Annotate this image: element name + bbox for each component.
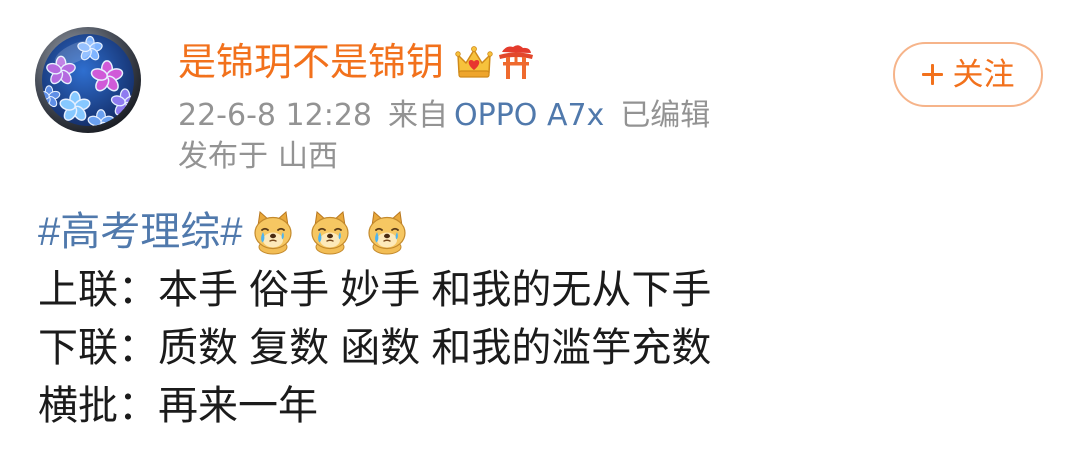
crown-heart-icon[interactable] — [454, 42, 494, 82]
author-name[interactable]: 是锦玥不是锦钥 — [178, 38, 444, 86]
avatar[interactable] — [35, 27, 141, 133]
follow-button-label: 关注 — [952, 56, 1015, 93]
body-line-horizontal-scroll: 横批：再来一年 — [38, 384, 318, 428]
crying-doge-icon — [308, 209, 352, 255]
crying-doge-icon — [365, 209, 409, 255]
post-location: 发布于 山西 — [178, 138, 338, 176]
edited-label[interactable]: 已编辑 — [620, 98, 710, 133]
hashtag-row: #高考理综# — [38, 203, 711, 261]
hashtag-link[interactable]: #高考理综# — [38, 203, 243, 261]
torii-gate-icon[interactable] — [496, 42, 536, 82]
body-line-upper-couplet: 上联：本手 俗手 妙手 和我的无从下手 — [38, 268, 712, 312]
crying-doge-icon — [251, 209, 295, 255]
post-meta: 22-6-8 12:28 来自 OPPO A7x 已编辑 — [178, 97, 710, 135]
location-prefix: 发布于 — [178, 139, 268, 174]
post-timestamp[interactable]: 22-6-8 12:28 — [178, 98, 372, 133]
source-device-link[interactable]: OPPO A7x — [454, 98, 604, 133]
source-prefix: 来自 — [388, 98, 448, 133]
avatar-image — [35, 27, 141, 133]
plus-icon — [921, 64, 943, 85]
body-line-lower-couplet: 下联：质数 复数 函数 和我的滥竽充数 — [38, 326, 712, 370]
post-body: #高考理综# 上联：本手 俗手 妙手 和我的无从下手 下联：质数 复数 函数 和… — [38, 203, 711, 435]
location-name: 山西 — [278, 139, 338, 174]
follow-button[interactable]: 关注 — [893, 42, 1043, 107]
author-row: 是锦玥不是锦钥 — [178, 38, 536, 86]
